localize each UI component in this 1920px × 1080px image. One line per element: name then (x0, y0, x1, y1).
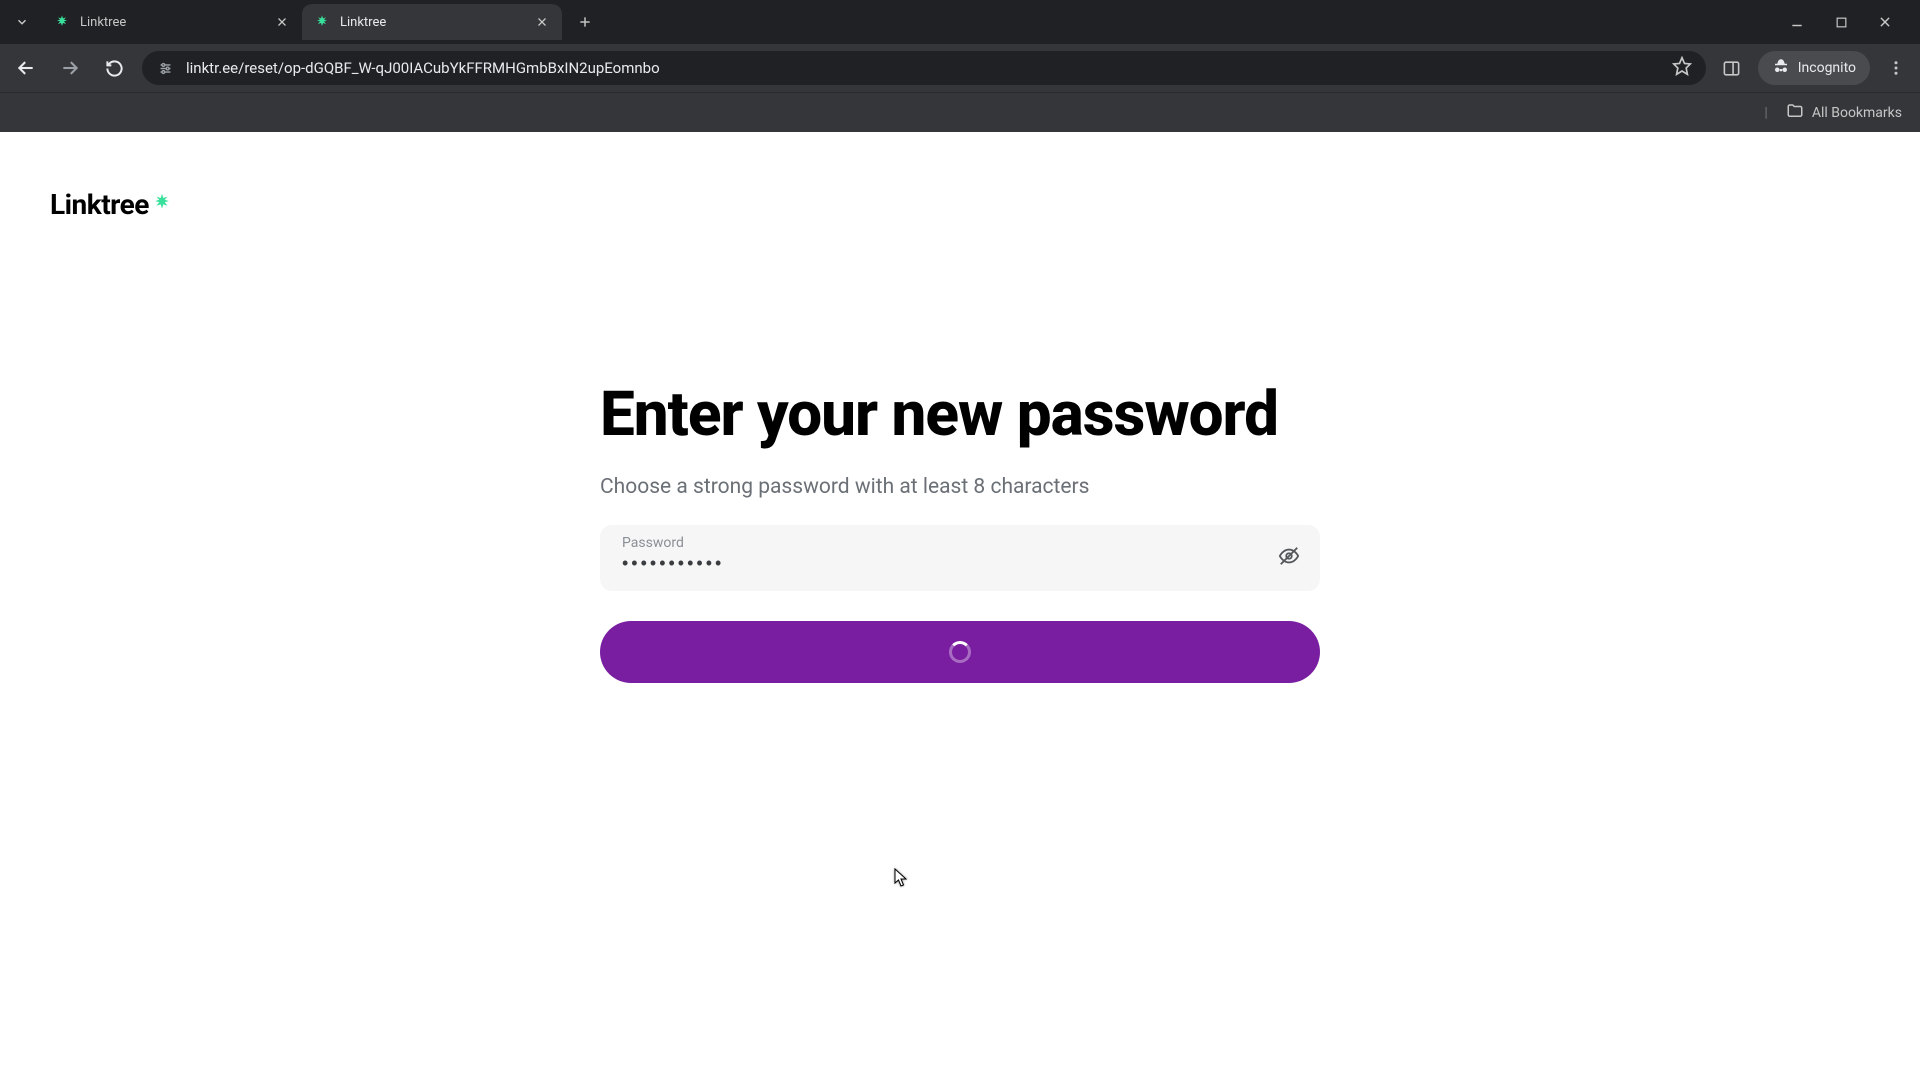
window-maximize-button[interactable] (1828, 9, 1854, 35)
new-tab-button[interactable] (570, 7, 600, 37)
page-subtext: Choose a strong password with at least 8… (600, 475, 1320, 499)
window-controls (1784, 9, 1912, 35)
incognito-label: Incognito (1798, 60, 1856, 76)
all-bookmarks-label: All Bookmarks (1812, 105, 1902, 121)
mouse-cursor-icon (894, 868, 908, 888)
incognito-chip[interactable]: Incognito (1758, 51, 1870, 85)
tab-close-button[interactable] (534, 14, 550, 30)
browser-menu-button[interactable] (1882, 59, 1910, 77)
incognito-icon (1772, 57, 1790, 79)
url-text: linktr.ee/reset/op-dGQBF_W-qJ00IACubYkFF… (186, 59, 1660, 77)
window-close-button[interactable] (1872, 9, 1898, 35)
eye-off-icon (1278, 545, 1300, 571)
tab-search-dropdown[interactable] (8, 8, 36, 36)
password-input[interactable] (622, 553, 1264, 574)
browser-tab[interactable]: Linktree (42, 4, 302, 40)
page-heading: Enter your new password (600, 382, 1320, 449)
linktree-favicon-icon (54, 14, 70, 30)
browser-chrome: Linktree Linktree (0, 0, 1920, 132)
nav-reload-button[interactable] (98, 52, 130, 84)
browser-tab[interactable]: Linktree (302, 4, 562, 40)
all-bookmarks-button[interactable]: All Bookmarks (1786, 102, 1902, 124)
url-bar-actions (1672, 56, 1692, 80)
tab-title: Linktree (340, 15, 524, 30)
tab-title: Linktree (80, 15, 264, 30)
page-content: Linktree Enter your new password Choose … (0, 132, 1920, 1080)
linktree-favicon-icon (314, 14, 330, 30)
window-minimize-button[interactable] (1784, 9, 1810, 35)
tab-close-button[interactable] (274, 14, 290, 30)
browser-toolbar: linktr.ee/reset/op-dGQBF_W-qJ00IACubYkFF… (0, 44, 1920, 92)
toggle-password-visibility-button[interactable] (1276, 545, 1302, 571)
password-field-wrapper[interactable]: Password (600, 525, 1320, 591)
side-panel-icon[interactable] (1718, 59, 1746, 78)
loading-spinner-icon (949, 641, 971, 663)
bookmarks-bar: | All Bookmarks (0, 92, 1920, 132)
bookmark-star-icon[interactable] (1672, 56, 1692, 80)
linktree-asterisk-icon (151, 191, 173, 219)
linktree-logo[interactable]: Linktree (50, 188, 173, 221)
url-bar[interactable]: linktr.ee/reset/op-dGQBF_W-qJ00IACubYkFF… (142, 51, 1706, 85)
folder-icon (1786, 102, 1804, 124)
logo-text: Linktree (50, 188, 149, 221)
bookmarks-separator: | (1764, 105, 1767, 121)
password-label: Password (622, 535, 1264, 551)
tab-bar: Linktree Linktree (0, 0, 1920, 44)
nav-forward-button[interactable] (54, 52, 86, 84)
nav-back-button[interactable] (10, 52, 42, 84)
reset-password-form: Enter your new password Choose a strong … (600, 382, 1320, 683)
submit-button[interactable] (600, 621, 1320, 683)
site-settings-icon[interactable] (156, 59, 174, 77)
